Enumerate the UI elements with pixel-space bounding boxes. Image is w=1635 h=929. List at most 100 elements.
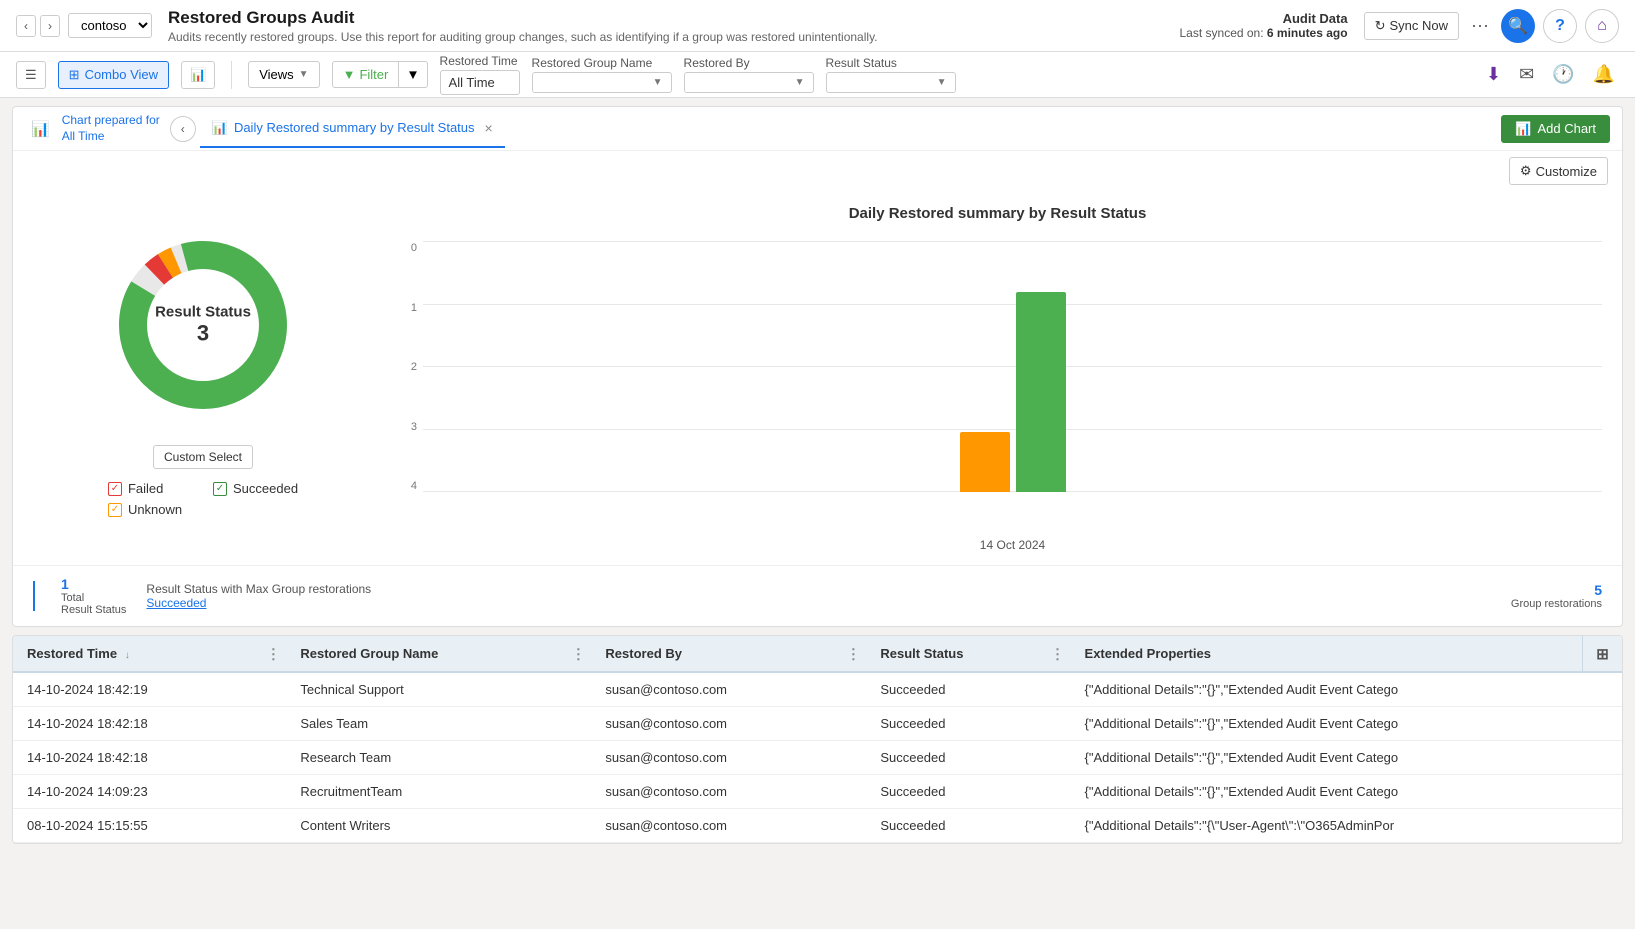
chart-small-icon-button[interactable]: 📊	[25, 116, 56, 142]
legend-checkbox-unknown[interactable]: ✓	[108, 503, 122, 517]
search-button[interactable]: 🔍	[1501, 9, 1535, 43]
sort-icon: ↓	[125, 650, 130, 661]
restored-by-select[interactable]: ▼	[684, 72, 814, 93]
combo-view-icon: ⊞	[69, 67, 80, 83]
col-menu-icon[interactable]: ⋮	[846, 645, 860, 662]
chart-tab-daily[interactable]: 📊 Daily Restored summary by Result Statu…	[200, 110, 505, 148]
toolbar: ☰ ⊞ Combo View 📊 Views ▼ ▼ Filter ▼ Rest…	[0, 52, 1635, 98]
clock-alert-button[interactable]: 🕐	[1548, 60, 1578, 89]
chart-tab-icon: 📊	[212, 120, 228, 136]
nav-arrows: ‹ ›	[16, 15, 60, 37]
bar-chart-icon: 📊	[31, 121, 50, 138]
bar-chart-side: Daily Restored summary by Result Status …	[393, 205, 1602, 545]
col-menu-icon[interactable]: ⋮	[266, 645, 280, 662]
footer-max-group-link[interactable]: Succeeded	[146, 596, 1490, 610]
footer-bar	[33, 581, 35, 611]
legend-checkbox-succeeded[interactable]: ✓	[213, 482, 227, 496]
donut-chart: Result Status 3	[103, 225, 303, 425]
email-button[interactable]: ✉	[1515, 60, 1538, 89]
chart-nav-prev-button[interactable]: ‹	[170, 116, 196, 142]
search-icon: 🔍	[1508, 16, 1528, 36]
table-row: 14-10-2024 18:42:18Sales Teamsusan@conto…	[13, 707, 1622, 741]
chart-tab-close-button[interactable]: ×	[485, 120, 493, 136]
filter-caret-button[interactable]: ▼	[399, 61, 427, 88]
col-menu-icon[interactable]: ⋮	[571, 645, 585, 662]
bars-container	[423, 242, 1602, 492]
breadcrumb-select[interactable]: contoso	[68, 13, 152, 38]
more-options-button[interactable]: ···	[1467, 11, 1493, 40]
footer-stat-restorations: 5 Group restorations	[1511, 582, 1602, 610]
forward-button[interactable]: ›	[40, 15, 60, 37]
restored-time-select[interactable]: All Time	[440, 70, 520, 95]
table-row: 08-10-2024 15:15:55Content Writerssusan@…	[13, 809, 1622, 843]
data-grid: Restored Time ↓ ⋮ Restored Group Name ⋮ …	[13, 636, 1622, 843]
back-button[interactable]: ‹	[16, 15, 36, 37]
grid-body: 14-10-2024 18:42:19Technical Supportsusa…	[13, 672, 1622, 843]
chart-body: Result Status 3 Custom Select ✓ Failed ✓…	[13, 185, 1622, 565]
notification-button[interactable]: 🔔	[1589, 60, 1619, 89]
chevron-down-icon: ▼	[937, 77, 947, 88]
restored-time-filter: Restored Time All Time	[440, 54, 520, 95]
bar-group-2	[1016, 292, 1066, 492]
home-icon: ⌂	[1597, 17, 1607, 35]
list-view-button[interactable]: ☰	[16, 61, 46, 89]
bar-chart-area: 4 3 2 1 0	[393, 242, 1602, 532]
x-axis-label: 14 Oct 2024	[423, 538, 1602, 552]
top-actions: ↻ Sync Now ··· 🔍 ? ⌂	[1364, 9, 1619, 43]
custom-select-button[interactable]: Custom Select	[153, 445, 253, 469]
legend-item-failed: ✓ Failed	[108, 481, 193, 496]
help-button[interactable]: ?	[1543, 9, 1577, 43]
grid-section: Restored Time ↓ ⋮ Restored Group Name ⋮ …	[12, 635, 1623, 844]
sync-now-button[interactable]: ↻ Sync Now	[1364, 12, 1459, 40]
combo-view-button[interactable]: ⊞ Combo View	[58, 61, 169, 89]
chart-prepared-link[interactable]: All Time	[62, 129, 160, 145]
add-chart-button[interactable]: 📊 Add Chart	[1501, 115, 1610, 143]
col-group-name[interactable]: Restored Group Name ⋮	[286, 636, 591, 672]
page-subtitle: Audits recently restored groups. Use thi…	[168, 30, 1180, 44]
footer-spacer: Result Status with Max Group restoration…	[146, 582, 1490, 610]
result-status-filter: Result Status ▼	[826, 56, 956, 93]
legend-item-succeeded: ✓ Succeeded	[213, 481, 298, 496]
col-result-status[interactable]: Result Status ⋮	[866, 636, 1070, 672]
home-button[interactable]: ⌂	[1585, 9, 1619, 43]
chevron-down-icon: ▼	[653, 77, 663, 88]
table-row: 14-10-2024 18:42:19Technical Supportsusa…	[13, 672, 1622, 707]
chart-view-button[interactable]: 📊	[181, 61, 215, 89]
col-extended-props[interactable]: Extended Properties ⊞	[1071, 636, 1622, 672]
chevron-down-icon: ▼	[406, 67, 419, 82]
col-menu-icon[interactable]: ⋮	[1051, 645, 1065, 662]
group-name-select[interactable]: ▼	[532, 72, 672, 93]
donut-side: Result Status 3 Custom Select ✓ Failed ✓…	[33, 205, 373, 545]
bar-failed	[960, 432, 1010, 492]
chart-section: 📊 Chart prepared for All Time ‹ 📊 Daily …	[12, 106, 1623, 627]
customize-button[interactable]: ⚙ Customize	[1509, 157, 1608, 185]
legend-item-unknown: ✓ Unknown	[108, 502, 193, 517]
add-chart-icon: 📊	[1515, 121, 1531, 137]
list-icon: ☰	[25, 67, 37, 82]
chart-prepared-label: Chart prepared for All Time	[62, 113, 160, 144]
col-restored-time[interactable]: Restored Time ↓ ⋮	[13, 636, 286, 672]
filter-button[interactable]: ▼ Filter	[332, 61, 400, 88]
col-restored-by[interactable]: Restored By ⋮	[591, 636, 866, 672]
views-button[interactable]: Views ▼	[248, 61, 319, 88]
grid-corner-button[interactable]: ⊞	[1582, 636, 1622, 671]
toolbar-right: ⬇ ✉ 🕐 🔔	[1482, 60, 1619, 89]
help-icon: ?	[1555, 17, 1565, 35]
filter-label-restored-time: Restored Time	[440, 54, 520, 68]
filter-group: ▼ Filter ▼	[332, 61, 428, 88]
legend-checkbox-failed[interactable]: ✓	[108, 482, 122, 496]
chart-legend: ✓ Failed ✓ Succeeded ✓ Unknown	[108, 481, 298, 517]
top-bar: ‹ › contoso Restored Groups Audit Audits…	[0, 0, 1635, 52]
download-button[interactable]: ⬇	[1482, 60, 1505, 89]
grid-header-row: Restored Time ↓ ⋮ Restored Group Name ⋮ …	[13, 636, 1622, 672]
donut-label: Result Status 3	[155, 304, 251, 347]
table-row: 14-10-2024 18:42:18Research Teamsusan@co…	[13, 741, 1622, 775]
audit-data-block: Audit Data Last synced on: 6 minutes ago	[1180, 11, 1348, 40]
result-status-select[interactable]: ▼	[826, 72, 956, 93]
chart-title-main: Daily Restored summary by Result Status	[393, 205, 1602, 222]
restored-by-filter: Restored By ▼	[684, 56, 814, 93]
audit-data-label: Audit Data	[1180, 11, 1348, 26]
filter-label-result-status: Result Status	[826, 56, 956, 70]
table-row: 14-10-2024 14:09:23RecruitmentTeamsusan@…	[13, 775, 1622, 809]
filter-label-restored-by: Restored By	[684, 56, 814, 70]
